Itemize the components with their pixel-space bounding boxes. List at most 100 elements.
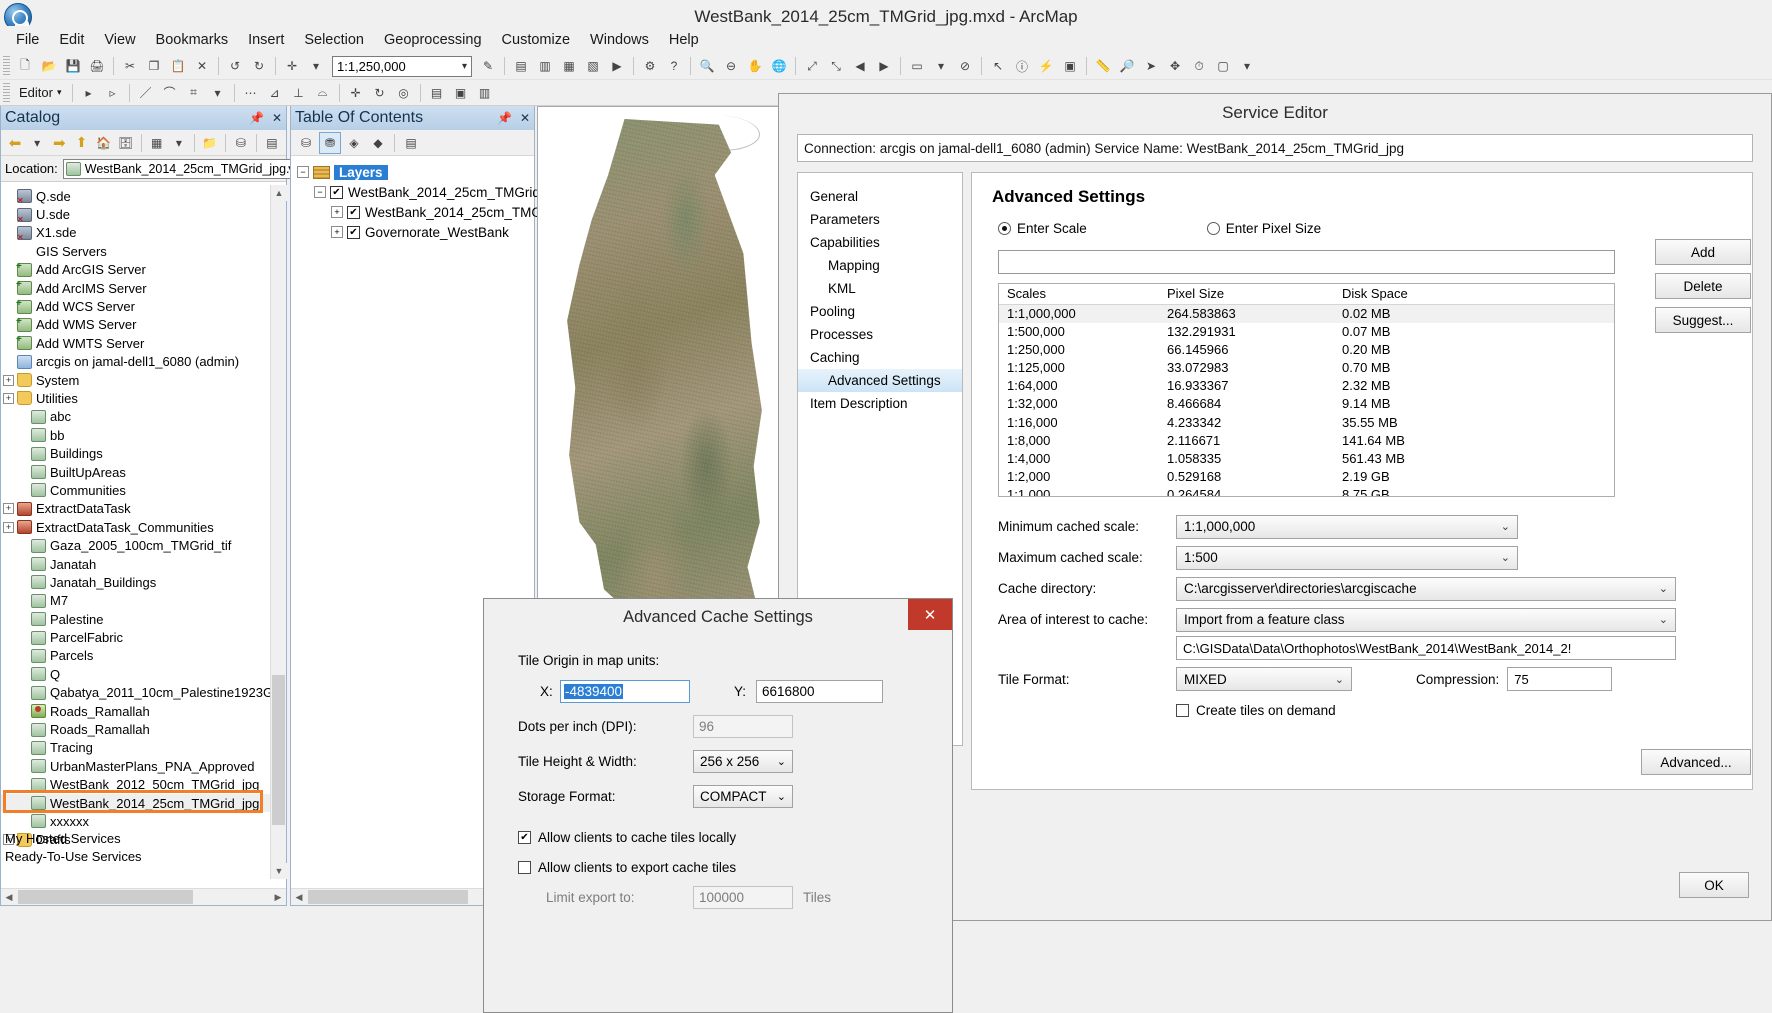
catalog-item[interactable]: + ExtractDataTask_Communities xyxy=(1,518,286,536)
pin-icon[interactable]: 📌 xyxy=(249,111,264,125)
arc-icon[interactable]: ⌓ xyxy=(312,82,334,104)
catalog-item[interactable]: bb xyxy=(1,426,286,444)
full-extent-icon[interactable]: 🌐 xyxy=(768,55,790,77)
select-dropdown-icon[interactable]: ▾ xyxy=(930,55,952,77)
toc-layer-row[interactable]: − ✔ WestBank_2014_25cm_TMGrid xyxy=(297,182,540,202)
table-row[interactable]: 1:64,000 16.933367 2.32 MB xyxy=(999,377,1614,395)
advanced-cache-button[interactable]: Advanced... xyxy=(1641,749,1751,775)
table-of-contents-icon[interactable]: ▤ xyxy=(510,55,532,77)
catalog-item[interactable]: M7 xyxy=(1,592,286,610)
catalog-item[interactable]: Roads_Ramallah xyxy=(1,720,286,738)
expand-icon[interactable]: + xyxy=(3,392,14,404)
se-nav-item-advanced-settings[interactable]: Advanced Settings xyxy=(798,369,962,392)
layer-visibility-checkbox[interactable]: ✔ xyxy=(330,185,343,199)
time-slider-icon[interactable]: ⏱ xyxy=(1188,55,1210,77)
scroll-left-icon[interactable]: ◀ xyxy=(1,889,17,905)
select-elements-icon[interactable]: ↖ xyxy=(987,55,1009,77)
se-nav-item-kml[interactable]: KML xyxy=(798,277,962,300)
find-icon[interactable]: 🔎 xyxy=(1116,55,1138,77)
se-nav-item-pooling[interactable]: Pooling xyxy=(798,300,962,323)
toc-layer-tree[interactable]: − Layers − ✔ WestBank_2014_25cm_TMGrid + ✔ We… xyxy=(291,156,542,242)
se-nav-item-general[interactable]: General xyxy=(798,185,962,208)
menu-bookmarks[interactable]: Bookmarks xyxy=(146,28,239,52)
catalog-item[interactable]: Add WCS Server xyxy=(1,297,286,315)
catalog-item[interactable]: Janatah xyxy=(1,555,286,573)
catalog-item[interactable]: Janatah_Buildings xyxy=(1,573,286,591)
menu-geoprocessing[interactable]: Geoprocessing xyxy=(374,28,492,52)
save-icon[interactable]: 💾 xyxy=(62,55,84,77)
contents-dropdown-icon[interactable]: ▾ xyxy=(169,132,189,154)
catalog-item[interactable]: Parcels xyxy=(1,647,286,665)
table-row[interactable]: 1:250,000 66.145966 0.20 MB xyxy=(999,341,1614,359)
scale-entry-input[interactable] xyxy=(998,250,1615,274)
print-icon[interactable]: 🖨 xyxy=(86,55,108,77)
edit-tool-icon[interactable]: ▸ xyxy=(78,82,100,104)
allow-export-cache-checkbox[interactable]: Allow clients to export cache tiles xyxy=(518,852,952,882)
feature-class-path-input[interactable]: C:\GISData\Data\Orthophotos\WestBank_201… xyxy=(1176,636,1676,660)
catalog-item[interactable]: + Utilities xyxy=(1,389,286,407)
catalog-item[interactable]: ParcelFabric xyxy=(1,628,286,646)
layer-visibility-checkbox[interactable]: ✔ xyxy=(347,225,360,239)
compression-input[interactable]: 75 xyxy=(1507,667,1613,691)
search-window-icon[interactable]: ▦ xyxy=(558,55,580,77)
table-row[interactable]: 1:125,000 33.072983 0.70 MB xyxy=(999,359,1614,377)
catalog-item[interactable]: Roads_Ramallah xyxy=(1,702,286,720)
catalog-item[interactable]: Tracing xyxy=(1,739,286,757)
fixed-zoom-in-icon[interactable]: ⤢ xyxy=(801,55,823,77)
scroll-thumb[interactable] xyxy=(272,675,285,825)
go-to-xy-icon[interactable]: ✥ xyxy=(1164,55,1186,77)
storage-format-combo[interactable]: COMPACT ⌄ xyxy=(693,785,793,808)
table-row[interactable]: 1:1,000 0.264584 8.75 GB xyxy=(999,486,1614,496)
toc-options-icon[interactable]: ▤ xyxy=(400,132,422,154)
close-icon[interactable]: ✕ xyxy=(272,111,282,125)
menu-selection[interactable]: Selection xyxy=(294,28,374,52)
enter-scale-radio[interactable]: Enter Scale xyxy=(998,221,1087,236)
menu-file[interactable]: File xyxy=(6,28,49,52)
se-nav-item-mapping[interactable]: Mapping xyxy=(798,254,962,277)
service-editor-ok-button[interactable]: OK xyxy=(1679,872,1749,898)
toc-root-row[interactable]: − Layers xyxy=(297,162,534,182)
back-dropdown-icon[interactable]: ▾ xyxy=(27,132,47,154)
catalog-item[interactable]: Qabatya_2011_10cm_Palestine1923Gri xyxy=(1,684,286,702)
back-icon[interactable]: ⬅ xyxy=(5,132,25,154)
hyperlink-icon[interactable]: ⚡ xyxy=(1035,55,1057,77)
catalog-item[interactable]: WestBank_2014_25cm_TMGrid_jpg xyxy=(1,793,286,813)
cut-icon[interactable]: ✂ xyxy=(119,55,141,77)
catalog-location-combo[interactable]: WestBank_2014_25cm_TMGrid_jpg.r ▾ xyxy=(62,158,297,179)
find-route-icon[interactable]: ➤ xyxy=(1140,55,1162,77)
table-row[interactable]: 1:2,000 0.529168 2.19 GB xyxy=(999,468,1614,486)
expand-icon[interactable]: + xyxy=(3,521,14,533)
toolbar-grip[interactable] xyxy=(3,56,10,76)
measure-icon[interactable]: 📏 xyxy=(1092,55,1114,77)
undo-icon[interactable]: ↺ xyxy=(224,55,246,77)
tile-format-combo[interactable]: MIXED ⌄ xyxy=(1176,667,1352,691)
delete-scale-button[interactable]: Delete xyxy=(1655,273,1751,299)
menu-edit[interactable]: Edit xyxy=(49,28,94,52)
catalog-item[interactable]: Add WMTS Server xyxy=(1,334,286,352)
catalog-item[interactable]: Add ArcGIS Server xyxy=(1,261,286,279)
list-by-source-icon[interactable]: ⛃ xyxy=(319,131,341,154)
cache-scales-table[interactable]: Scales Pixel Size Disk Space 1:1,000,000… xyxy=(998,283,1615,497)
up-one-level-icon[interactable]: ⬆ xyxy=(71,132,91,154)
maximum-cached-scale-combo[interactable]: 1:500 ⌄ xyxy=(1176,545,1518,570)
trace-icon[interactable]: ⌗ xyxy=(183,82,205,104)
add-data-dropdown-icon[interactable]: ▾ xyxy=(305,55,327,77)
toolbar-overflow-icon[interactable]: ▾ xyxy=(1236,55,1258,77)
menu-windows[interactable]: Windows xyxy=(580,28,659,52)
create-features-icon[interactable]: ▣ xyxy=(450,82,472,104)
zoom-in-icon[interactable]: 🔍 xyxy=(696,55,718,77)
create-tiles-on-demand-checkbox[interactable]: Create tiles on demand xyxy=(1176,703,1336,718)
map-scale-combo[interactable]: 1:1,250,000 ▾ xyxy=(332,55,472,77)
forward-icon[interactable]: ➡ xyxy=(49,132,69,154)
connect-to-folder-icon[interactable]: 📁 xyxy=(200,132,220,154)
expand-icon[interactable]: + xyxy=(3,374,14,386)
close-icon[interactable]: ✕ xyxy=(520,111,530,125)
endpoint-arc-icon[interactable]: ⌒ xyxy=(159,82,181,104)
clear-selection-icon[interactable]: ⊘ xyxy=(954,55,976,77)
catalog-item[interactable]: Gaza_2005_100cm_TMGrid_tif xyxy=(1,536,286,554)
catalog-item[interactable]: U.sde xyxy=(1,205,286,224)
layer-visibility-checkbox[interactable]: ✔ xyxy=(347,205,360,219)
table-row[interactable]: 1:8,000 2.116671 141.64 MB xyxy=(999,432,1614,450)
edit-sketch-icon[interactable]: ▥ xyxy=(474,82,496,104)
se-nav-item-item-description[interactable]: Item Description xyxy=(798,392,962,415)
